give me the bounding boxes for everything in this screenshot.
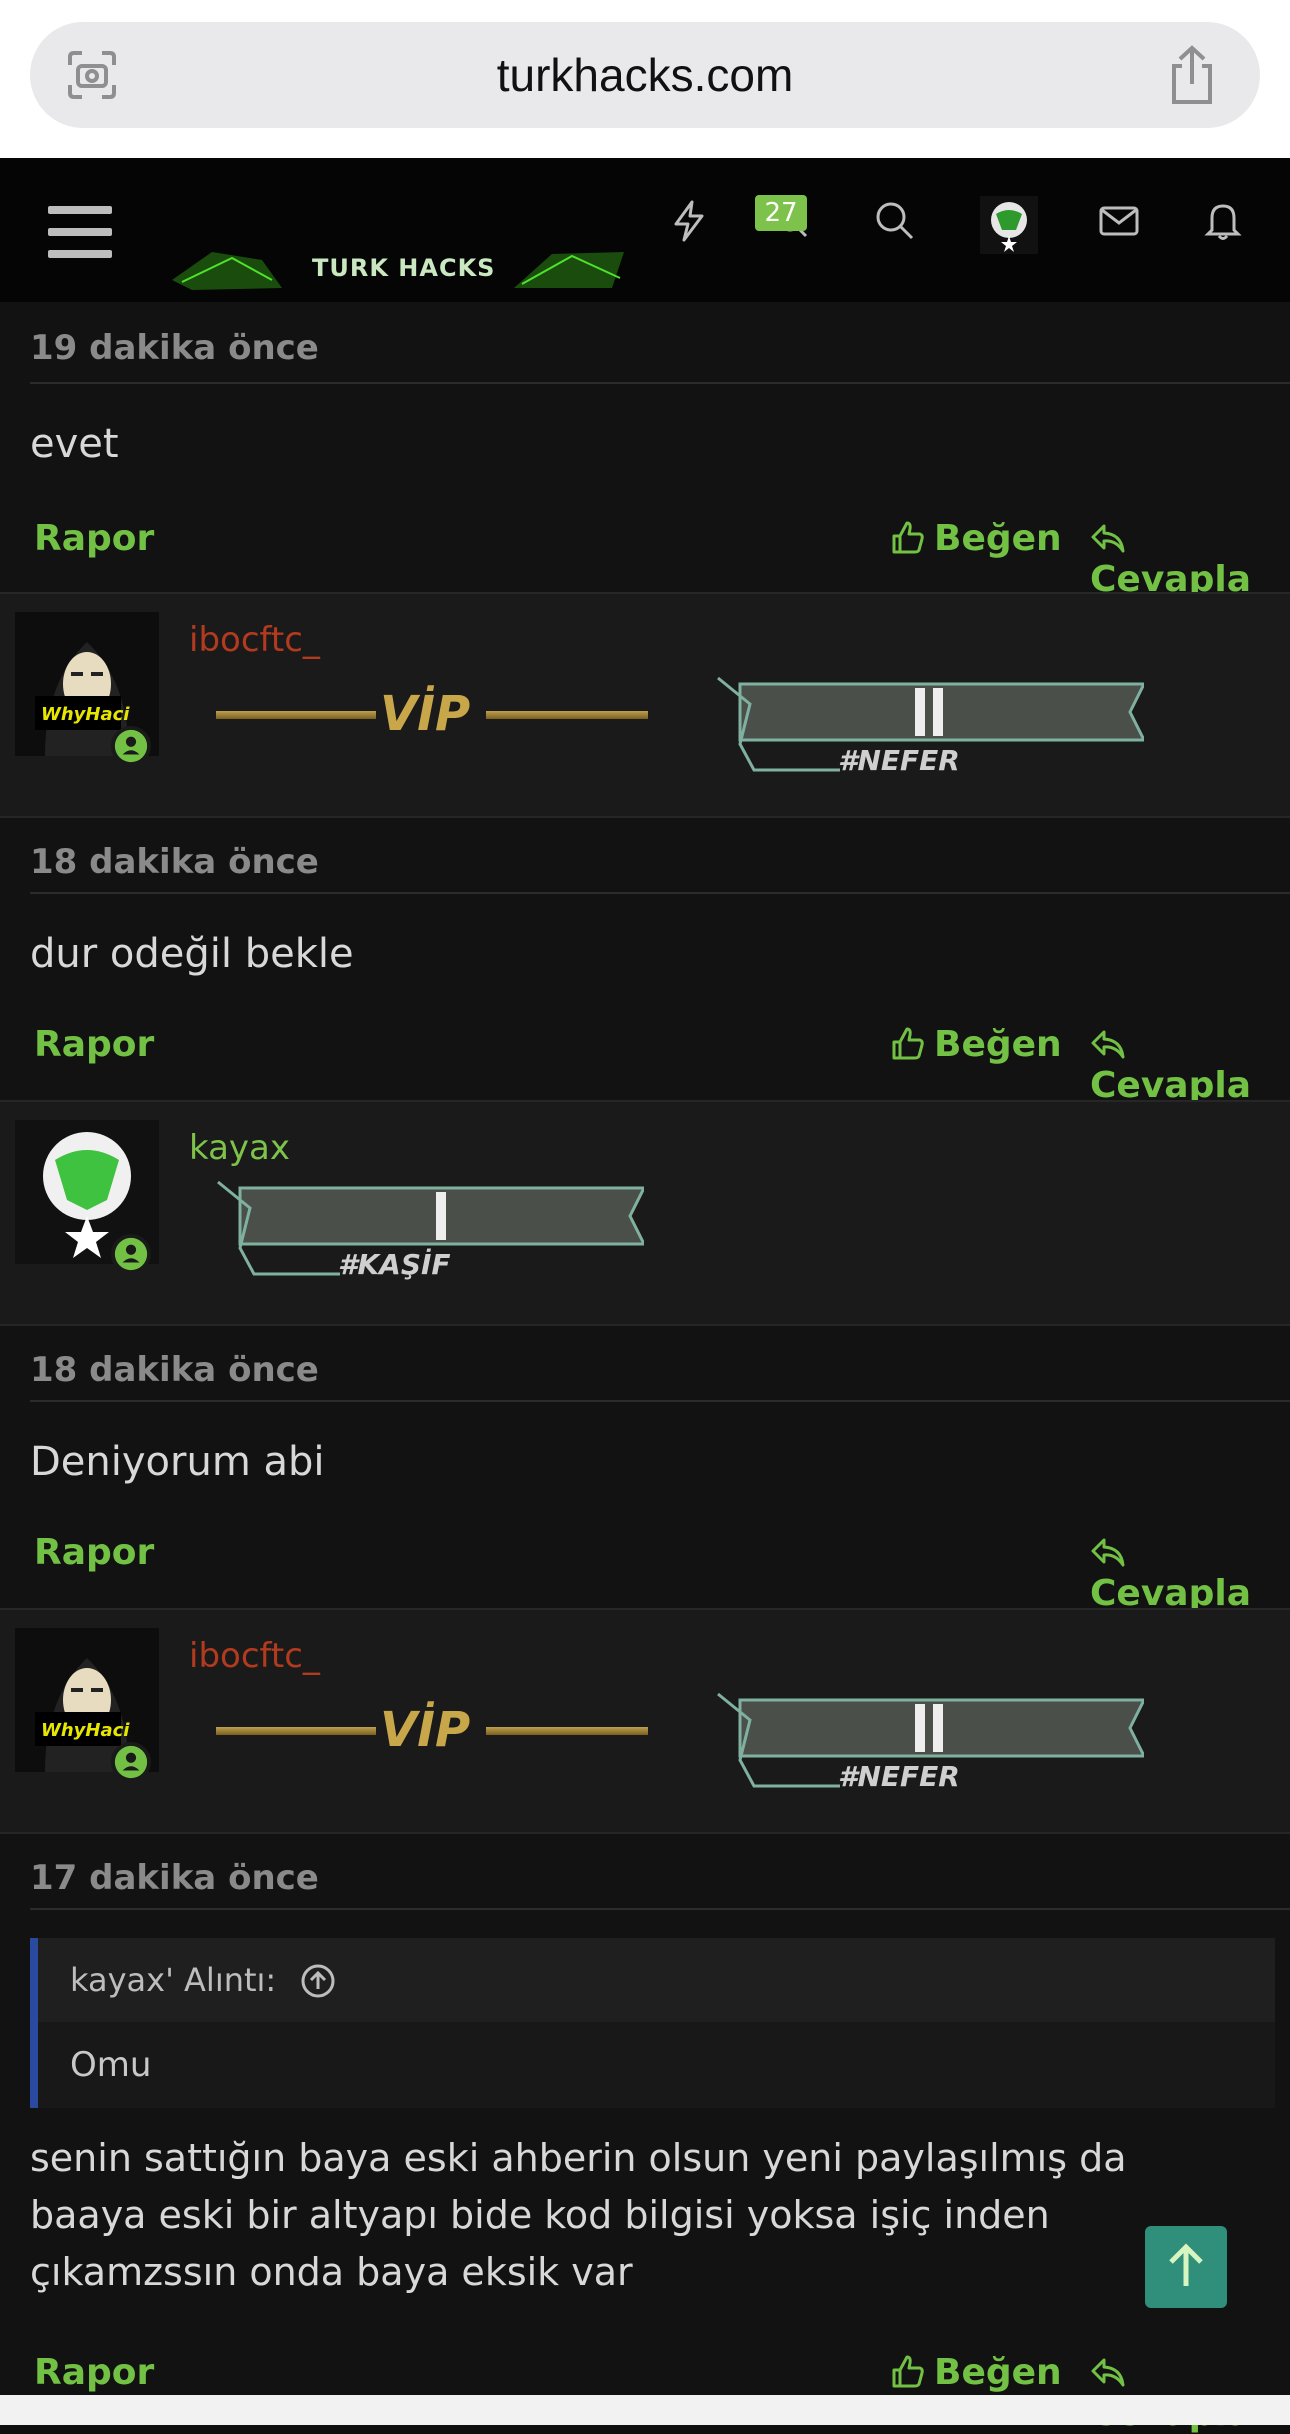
quote-author: kayax' Alıntı:	[70, 1961, 277, 1999]
menu-icon[interactable]	[48, 206, 112, 258]
quote-block: kayax' Alıntı: Omu	[30, 1938, 1275, 2108]
rank-label: #NEFER	[838, 744, 960, 777]
like-button[interactable]: Beğen	[890, 1024, 1062, 1065]
notification-badge: 27	[755, 195, 807, 231]
post-time: 18 dakika önce	[30, 1350, 319, 1390]
user-block: kayax #KAŞİF	[0, 1100, 1290, 1326]
rank-badge: #NEFER	[710, 674, 1147, 784]
header-avatar[interactable]	[980, 196, 1038, 254]
report-button[interactable]: Rapor	[34, 1532, 154, 1573]
thumbs-up-icon	[892, 2355, 924, 2388]
post-message: evet	[30, 421, 119, 467]
post-time: 17 dakika önce	[30, 1858, 319, 1898]
username[interactable]: ibocftc_	[189, 620, 320, 660]
address-bar[interactable]: turkhacks.com	[30, 22, 1260, 128]
post-time: 18 dakika önce	[30, 842, 319, 882]
avatar-text: WhyHaci	[41, 704, 130, 725]
divider	[30, 1400, 1290, 1402]
post-3: 18 dakika önce Deniyorum abi Rapor Cevap…	[0, 1326, 1290, 1614]
vip-badge: VİP	[216, 684, 648, 744]
browser-bottom-bar	[0, 2395, 1290, 2425]
reply-icon	[1091, 2358, 1125, 2387]
reply-button[interactable]: Cevapla	[1090, 518, 1290, 600]
like-button[interactable]: Beğen	[890, 518, 1062, 559]
report-label: Rapor	[34, 1532, 155, 1573]
avatar-text: WhyHaci	[41, 1720, 130, 1741]
rank-badge: #NEFER	[710, 1690, 1147, 1800]
quote-header[interactable]: kayax' Alıntı:	[38, 1938, 1275, 2022]
divider	[30, 382, 1290, 384]
post-message: dur odeğil bekle	[30, 931, 354, 977]
arrow-up-icon	[1169, 2243, 1203, 2286]
divider	[30, 892, 1290, 894]
bell-icon[interactable]	[1200, 198, 1246, 244]
post-2: 18 dakika önce dur odeğil bekle Rapor Be…	[0, 818, 1290, 1106]
thumbs-up-icon	[892, 521, 924, 554]
reply-button[interactable]: Cevapla	[1090, 1532, 1290, 1614]
vip-label: VİP	[380, 686, 471, 742]
rank-label: #NEFER	[838, 1760, 960, 1793]
site-logo[interactable]: TURK HACKS	[172, 250, 624, 290]
browser-chrome: turkhacks.com	[0, 0, 1290, 158]
user-block: WhyHaci ibocftc_ VİP #NEFER	[0, 592, 1290, 818]
report-label: Rapor	[34, 518, 155, 559]
post-4: 17 dakika önce kayax' Alıntı: Omu senin …	[0, 1834, 1290, 2434]
report-button[interactable]: Rapor	[34, 518, 154, 559]
divider	[30, 1908, 1290, 1910]
arrow-up-circle-icon[interactable]	[300, 1963, 336, 1999]
rank-badge: #KAŞİF	[210, 1178, 647, 1288]
like-label: Beğen	[934, 2352, 1062, 2393]
user-avatar-icon	[991, 202, 1027, 252]
username[interactable]: kayax	[189, 1128, 290, 1168]
report-button[interactable]: Rapor	[34, 2352, 154, 2393]
logo-text: TURK HACKS	[312, 254, 496, 282]
online-status-icon	[111, 1742, 151, 1782]
share-icon[interactable]	[1164, 44, 1220, 106]
vip-badge: VİP	[216, 1700, 648, 1760]
post-message: Deniyorum abi	[30, 1439, 325, 1485]
reply-icon	[1091, 1030, 1125, 1059]
reply-icon	[1091, 524, 1125, 553]
vip-label: VİP	[380, 1702, 471, 1758]
lightning-icon[interactable]	[666, 198, 712, 244]
search-icon[interactable]	[872, 198, 918, 244]
scroll-to-top-button[interactable]	[1145, 2226, 1227, 2308]
like-label: Beğen	[934, 1024, 1062, 1065]
post-time: 19 dakika önce	[30, 328, 319, 368]
reply-button[interactable]: Cevapla	[1090, 1024, 1290, 1106]
site-header: TURK HACKS	[0, 158, 1290, 302]
user-block: WhyHaci ibocftc_ VİP #NEFER	[0, 1608, 1290, 1834]
quote-text: Omu	[38, 2022, 1275, 2108]
url-text[interactable]: turkhacks.com	[30, 22, 1260, 128]
reply-icon	[1091, 1538, 1125, 1567]
post-message: senin sattığın baya eski ahberin olsun y…	[30, 2136, 1127, 2294]
like-label: Beğen	[934, 518, 1062, 559]
report-label: Rapor	[34, 1024, 155, 1065]
report-button[interactable]: Rapor	[34, 1024, 154, 1065]
mail-icon[interactable]	[1096, 198, 1142, 244]
rank-label: #KAŞİF	[338, 1248, 451, 1281]
username[interactable]: ibocftc_	[189, 1636, 320, 1676]
report-label: Rapor	[34, 2352, 155, 2393]
post-1: 19 dakika önce evet Rapor Beğen Cevapla	[0, 302, 1290, 600]
like-button[interactable]: Beğen	[890, 2352, 1062, 2393]
online-status-icon	[111, 1234, 151, 1274]
thumbs-up-icon	[892, 1027, 924, 1060]
online-status-icon	[111, 726, 151, 766]
